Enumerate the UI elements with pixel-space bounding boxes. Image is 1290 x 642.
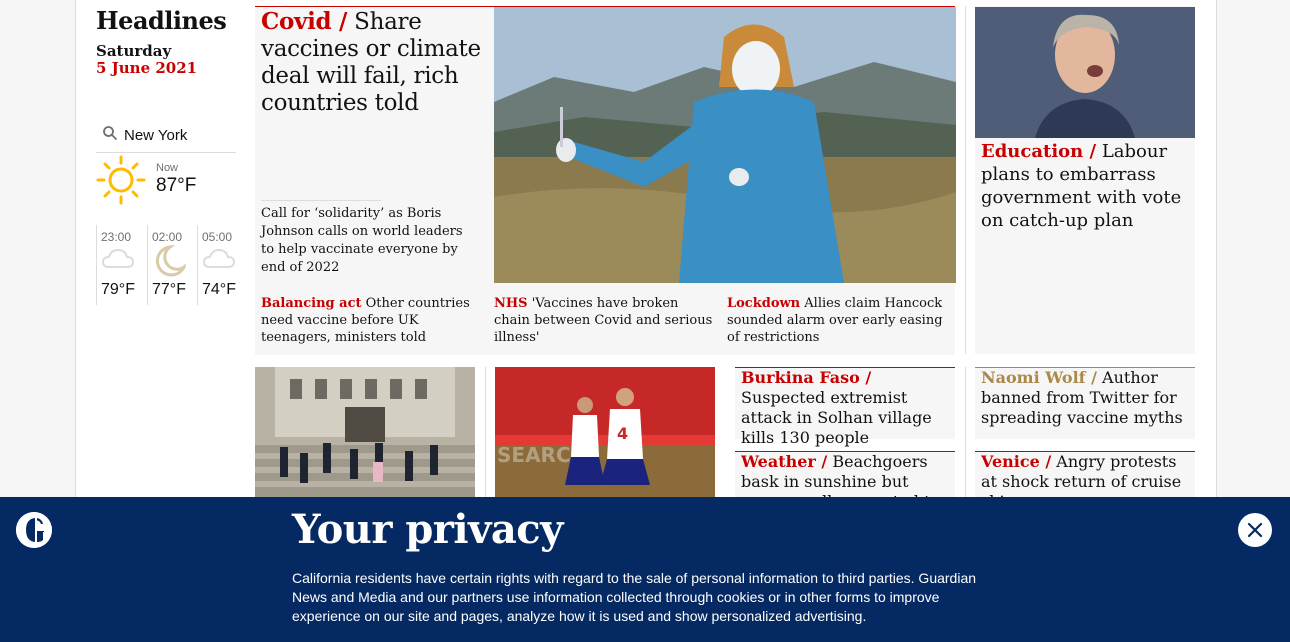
column-divider: [965, 6, 966, 354]
sublink-nhs[interactable]: NHS 'Vaccines have broken chain between …: [494, 295, 716, 346]
story-headline: Suspected extremist attack in Solhan vil…: [741, 388, 932, 447]
sublink-lockdown[interactable]: Lockdown Allies claim Hancock sounded al…: [727, 295, 952, 346]
story-kicker: Naomi Wolf /: [981, 368, 1097, 387]
education-kicker: Education /: [981, 141, 1097, 162]
sublink-kicker: Lockdown: [727, 296, 801, 311]
forecast-time: 05:00: [202, 230, 233, 244]
sublink-balancing-act[interactable]: Balancing act Other countries need vacci…: [261, 295, 481, 346]
cloud-icon: [202, 245, 236, 276]
sun-icon: [96, 154, 146, 210]
education-image[interactable]: [975, 7, 1195, 138]
weather-location: New York: [124, 126, 188, 144]
close-icon: [1238, 522, 1272, 551]
moon-icon: [152, 244, 188, 282]
svg-text:4: 4: [617, 424, 628, 443]
column-divider: [485, 367, 486, 498]
education-headline[interactable]: Education / Labour plans to embarrass go…: [981, 140, 1189, 232]
lead-headline[interactable]: Covid / Share vaccines or climate deal w…: [261, 8, 486, 117]
forecast-temp: 74°F: [202, 281, 236, 298]
guardian-logo-icon: [16, 512, 52, 548]
sublink-kicker: NHS: [494, 296, 528, 311]
cloud-icon: [101, 245, 135, 276]
weather-location-search[interactable]: New York: [96, 118, 236, 153]
date-day: Saturday: [96, 42, 172, 60]
privacy-title: Your privacy: [292, 506, 563, 553]
date-full: 5 June 2021: [96, 59, 198, 77]
search-icon: [102, 125, 118, 145]
forecast-temp: 77°F: [152, 281, 186, 298]
column-divider: [965, 367, 966, 498]
story-naomi-wolf[interactable]: Naomi Wolf / Author banned from Twitter …: [981, 368, 1191, 428]
forecast-temp: 79°F: [101, 281, 135, 298]
close-button[interactable]: [1238, 513, 1272, 547]
privacy-body: California residents have certain rights…: [292, 570, 977, 624]
story-weather[interactable]: Weather / Beachgoers bask in sunshine bu…: [741, 452, 951, 498]
privacy-banner: Your privacy California residents have c…: [0, 497, 1290, 642]
story-burkina-faso[interactable]: Burkina Faso / Suspected extremist attac…: [741, 368, 951, 448]
lead-standfirst: Call for ‘solidarity’ as Boris Johnson c…: [261, 206, 463, 275]
story-venice[interactable]: Venice / Angry protests at shock return …: [981, 452, 1191, 498]
story-kicker: Weather /: [741, 452, 828, 471]
forecast-slot: 23:00 79°F: [96, 225, 147, 305]
now-temperature: 87°F: [156, 175, 197, 196]
section-title: Headlines: [96, 6, 227, 35]
lead-kicker: Covid /: [261, 8, 348, 35]
story-kicker: Venice /: [981, 452, 1052, 471]
england-football-image[interactable]: SEARCH 4: [495, 367, 715, 498]
lead-image[interactable]: [494, 7, 956, 283]
forecast-slot: 02:00 77°F: [147, 225, 198, 305]
story-kicker: Burkina Faso /: [741, 368, 872, 387]
now-label: Now: [156, 162, 179, 174]
g7-summit-image[interactable]: [255, 367, 475, 498]
sublink-kicker: Balancing act: [261, 296, 362, 311]
forecast-time: 02:00: [152, 230, 183, 244]
forecast-time: 23:00: [101, 230, 132, 244]
forecast-slot: 05:00 74°F: [197, 225, 248, 305]
divider: [261, 200, 381, 201]
